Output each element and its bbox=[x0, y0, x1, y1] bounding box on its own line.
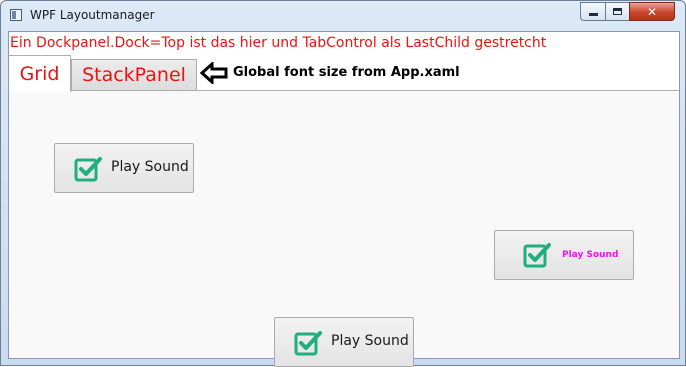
play-sound-label: Play Sound bbox=[111, 159, 189, 175]
maximize-icon bbox=[613, 8, 622, 15]
play-sound-button[interactable]: Play Sound bbox=[274, 317, 414, 367]
minimize-icon bbox=[588, 13, 598, 16]
maximize-button[interactable] bbox=[605, 2, 630, 21]
checkbox-checked-icon bbox=[294, 331, 322, 356]
dock-top-text: Ein Dockpanel.Dock=Top ist das hier und … bbox=[10, 35, 547, 51]
tab-stackpanel[interactable]: StackPanel bbox=[71, 59, 197, 91]
close-icon: ✕ bbox=[646, 4, 658, 19]
app-window: WPF Layoutmanager ✕ Ein Dockpanel.Dock=T… bbox=[0, 0, 686, 367]
arrow-left-icon bbox=[200, 62, 228, 84]
play-sound-label: Play Sound bbox=[562, 250, 619, 260]
tab-grid[interactable]: Grid bbox=[9, 55, 71, 92]
minimize-button[interactable] bbox=[580, 2, 606, 21]
window-title: WPF Layoutmanager bbox=[30, 8, 155, 22]
close-button[interactable]: ✕ bbox=[629, 2, 675, 21]
play-sound-label: Play Sound bbox=[331, 333, 409, 349]
tab-strip: Grid StackPanel Global font size from Ap… bbox=[9, 54, 679, 92]
dock-panel: Ein Dockpanel.Dock=Top ist das hier und … bbox=[8, 31, 680, 367]
title-bar[interactable]: WPF Layoutmanager ✕ bbox=[1, 1, 685, 31]
checkbox-checked-icon bbox=[523, 243, 551, 268]
play-sound-button[interactable]: Play Sound bbox=[494, 230, 634, 280]
app-icon[interactable] bbox=[10, 9, 22, 21]
play-sound-button[interactable]: Play Sound bbox=[54, 143, 194, 193]
grid-tab-content: Play Sound Play Sound Play Sound bbox=[9, 90, 679, 367]
checkbox-checked-icon bbox=[74, 157, 102, 182]
font-size-annotation: Global font size from App.xaml bbox=[233, 65, 460, 80]
